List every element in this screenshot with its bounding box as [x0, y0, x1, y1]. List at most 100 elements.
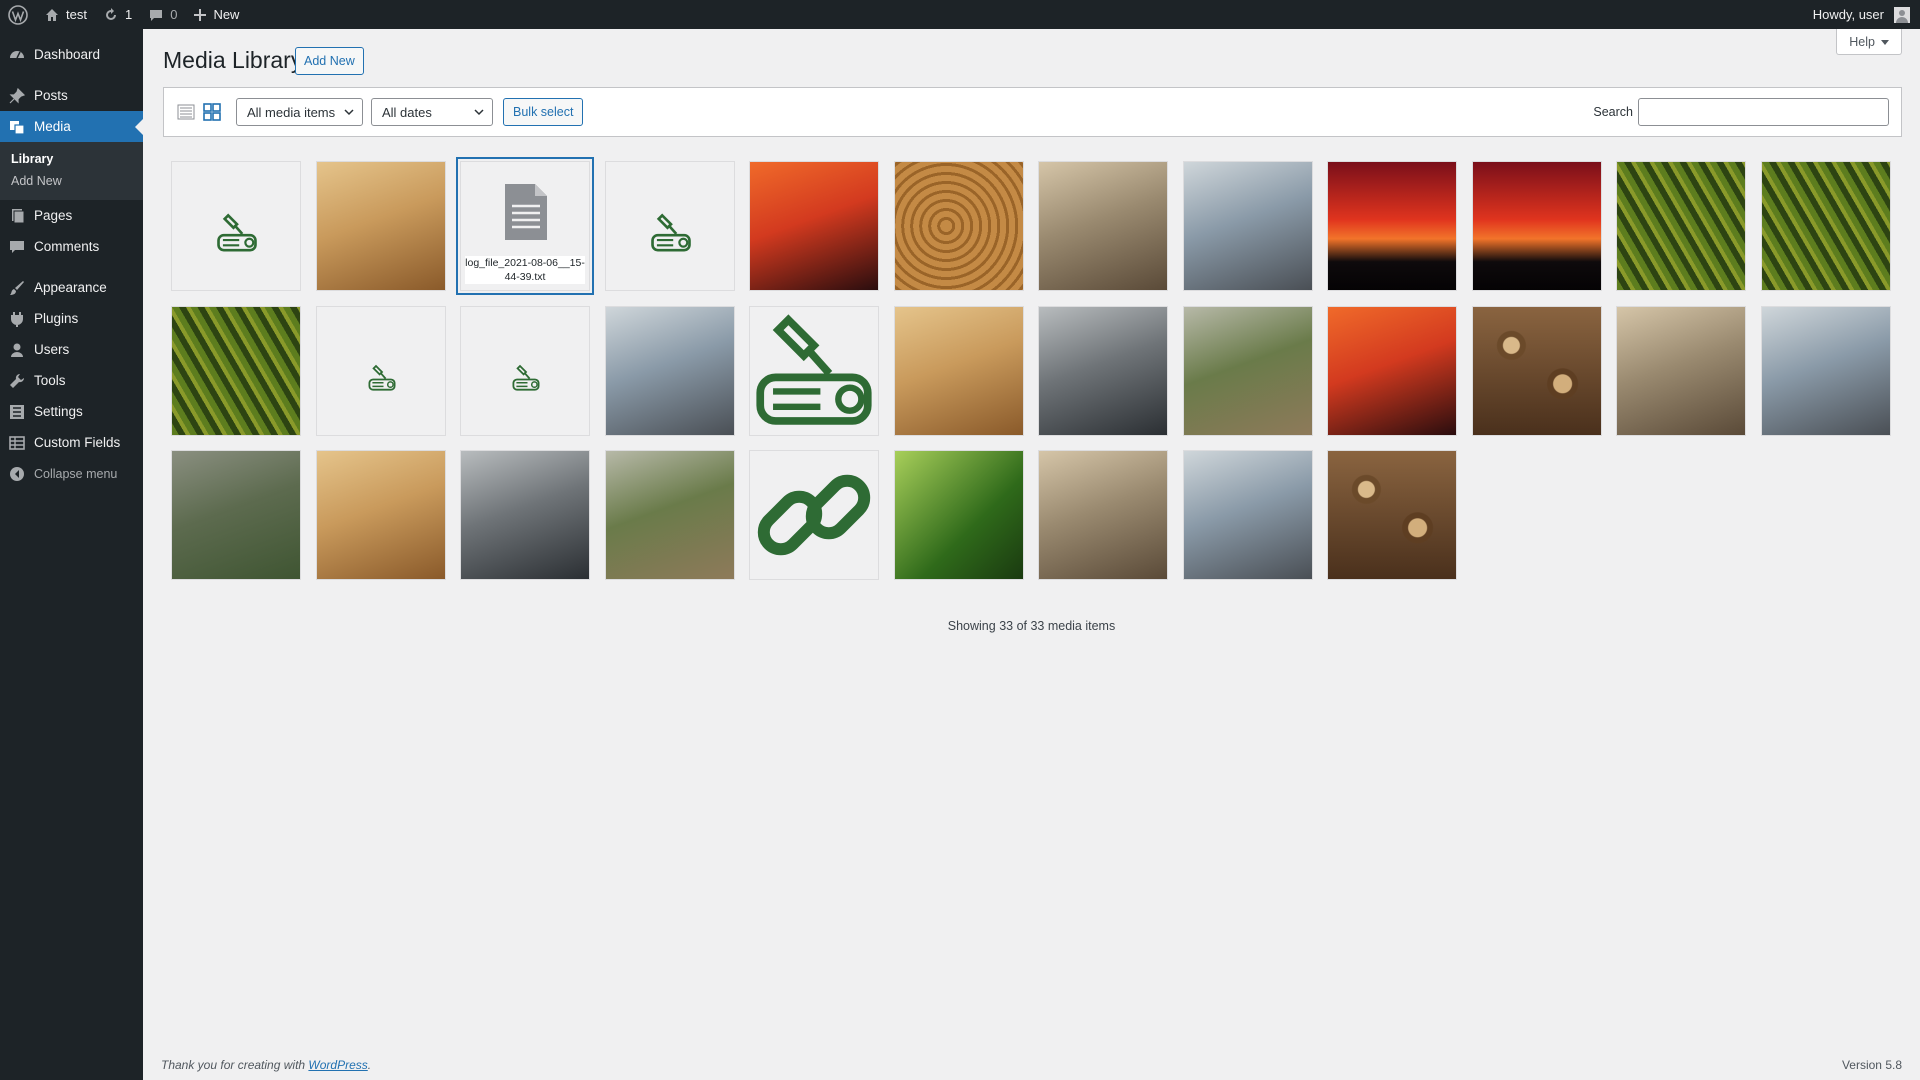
media-type-value: All media items: [247, 104, 336, 120]
media-item[interactable]: [171, 161, 301, 291]
media-item-photo[interactable]: [171, 305, 301, 436]
axe-log-logo-icon: [750, 307, 878, 435]
wordpress-logo-icon[interactable]: [0, 0, 36, 29]
media-item-photo[interactable]: [460, 450, 590, 580]
sidebar-item-comments[interactable]: Comments: [0, 231, 143, 262]
sidebar-item-media[interactable]: Media: [0, 111, 143, 142]
media-item-photo[interactable]: [1182, 161, 1313, 291]
media-item-photo[interactable]: [893, 305, 1024, 436]
wrench-icon: [9, 373, 25, 389]
submenu-add-new[interactable]: Add New: [0, 170, 143, 192]
media-item-photo[interactable]: [604, 305, 735, 436]
media-item[interactable]: [604, 161, 735, 291]
media-item-photo[interactable]: [893, 450, 1024, 580]
media-item-photo[interactable]: [1471, 161, 1602, 291]
footer-thanks: Thank you for creating with WordPress.: [161, 1058, 372, 1072]
sidebar-item-pages[interactable]: Pages: [0, 200, 143, 231]
media-item-photo[interactable]: [1182, 450, 1313, 580]
media-item[interactable]: [460, 305, 590, 436]
wordpress-link[interactable]: WordPress: [308, 1058, 367, 1072]
media-item-photo[interactable]: [1760, 305, 1891, 436]
media-item-photo[interactable]: [1038, 161, 1168, 291]
sidebar-item-label: Posts: [34, 88, 68, 103]
avatar: [1894, 6, 1910, 23]
media-item-filename: log_file_2021-08-06__15-44-39.txt: [465, 256, 585, 284]
site-name-link[interactable]: test: [36, 0, 95, 29]
dashboard-icon: [9, 47, 25, 63]
plus-icon: [193, 8, 207, 22]
media-item-photo[interactable]: [1038, 450, 1168, 580]
sidebar-item-tools[interactable]: Tools: [0, 365, 143, 396]
howdy-label: Howdy, user: [1812, 7, 1884, 22]
media-item-photo[interactable]: [749, 161, 879, 291]
collapse-label: Collapse menu: [34, 466, 118, 481]
sidebar-item-label: Media: [34, 119, 71, 134]
media-item-photo[interactable]: [315, 450, 446, 580]
sidebar-item-label: Users: [34, 342, 70, 357]
refresh-icon: [103, 7, 119, 23]
search-input[interactable]: [1638, 98, 1889, 126]
chevron-down-icon: [474, 109, 484, 116]
media-item-photo[interactable]: [1760, 161, 1891, 291]
media-item-photo[interactable]: [1327, 450, 1457, 580]
sidebar-item-custom-fields[interactable]: Custom Fields: [0, 427, 143, 458]
chevron-down-icon: [344, 109, 354, 116]
page-title: Media Library: [163, 47, 303, 73]
media-item-photo[interactable]: [893, 161, 1024, 291]
help-tab-button[interactable]: Help: [1836, 29, 1902, 55]
search-label: Search: [1593, 105, 1633, 119]
account-menu[interactable]: Howdy, user: [1805, 0, 1920, 29]
sidebar-item-dashboard[interactable]: Dashboard: [0, 39, 143, 70]
media-item[interactable]: log_file_2021-08-06__15-44-39.txt: [460, 161, 590, 291]
media-item[interactable]: [315, 305, 446, 436]
media-item-photo[interactable]: [1471, 305, 1602, 436]
media-item-photo[interactable]: [1616, 305, 1746, 436]
grid-view-icon[interactable]: [202, 102, 222, 122]
sidebar-item-label: Custom Fields: [34, 435, 121, 450]
list-view-icon[interactable]: [176, 102, 196, 122]
date-filter[interactable]: All dates: [371, 98, 493, 126]
media-item[interactable]: [749, 450, 879, 580]
updates-link[interactable]: 1: [95, 0, 140, 29]
media-icon: [9, 119, 25, 135]
sidebar-item-posts[interactable]: Posts: [0, 80, 143, 111]
media-item-photo[interactable]: [1616, 161, 1746, 291]
axe-log-logo-icon: [511, 363, 541, 393]
sidebar-item-label: Comments: [34, 239, 100, 254]
collapse-menu-button[interactable]: Collapse menu: [0, 458, 143, 489]
media-type-filter[interactable]: All media items: [236, 98, 363, 126]
sliders-icon: [9, 404, 25, 420]
help-label: Help: [1849, 34, 1875, 49]
comments-link[interactable]: 0: [140, 0, 185, 29]
admin-bar: test 1 0 New Howdy, user: [0, 0, 1920, 29]
comment-icon: [9, 239, 25, 255]
add-new-button[interactable]: Add New: [295, 47, 364, 75]
sidebar-item-appearance[interactable]: Appearance: [0, 272, 143, 303]
sidebar-item-plugins[interactable]: Plugins: [0, 303, 143, 334]
showing-count: Showing 33 of 33 media items: [947, 619, 1116, 633]
sidebar-item-settings[interactable]: Settings: [0, 396, 143, 427]
media-item-photo[interactable]: [1038, 305, 1168, 436]
media-item-photo[interactable]: [1182, 305, 1313, 436]
comments-count: 0: [170, 7, 178, 22]
media-item-photo[interactable]: [1327, 305, 1457, 436]
page-icon: [9, 208, 25, 224]
media-item-photo[interactable]: [171, 450, 301, 580]
caret-down-icon: [1881, 35, 1889, 49]
bulk-select-button[interactable]: Bulk select: [503, 98, 584, 126]
home-icon: [44, 7, 60, 23]
sidebar-item-label: Pages: [34, 208, 73, 223]
updates-count: 1: [124, 7, 133, 22]
media-item-photo[interactable]: [315, 161, 446, 291]
media-item[interactable]: [749, 305, 879, 436]
axe-log-logo-icon: [649, 211, 693, 255]
media-item-photo[interactable]: [1327, 161, 1457, 291]
brush-icon: [9, 280, 25, 296]
sidebar-item-label: Plugins: [34, 311, 79, 326]
new-content-link[interactable]: New: [185, 0, 247, 29]
submenu-library[interactable]: Library: [0, 148, 143, 170]
sidebar-item-label: Appearance: [34, 280, 107, 295]
sidebar-item-users[interactable]: Users: [0, 334, 143, 365]
media-item-photo[interactable]: [604, 450, 735, 580]
axe-log-logo-icon: [367, 363, 397, 393]
